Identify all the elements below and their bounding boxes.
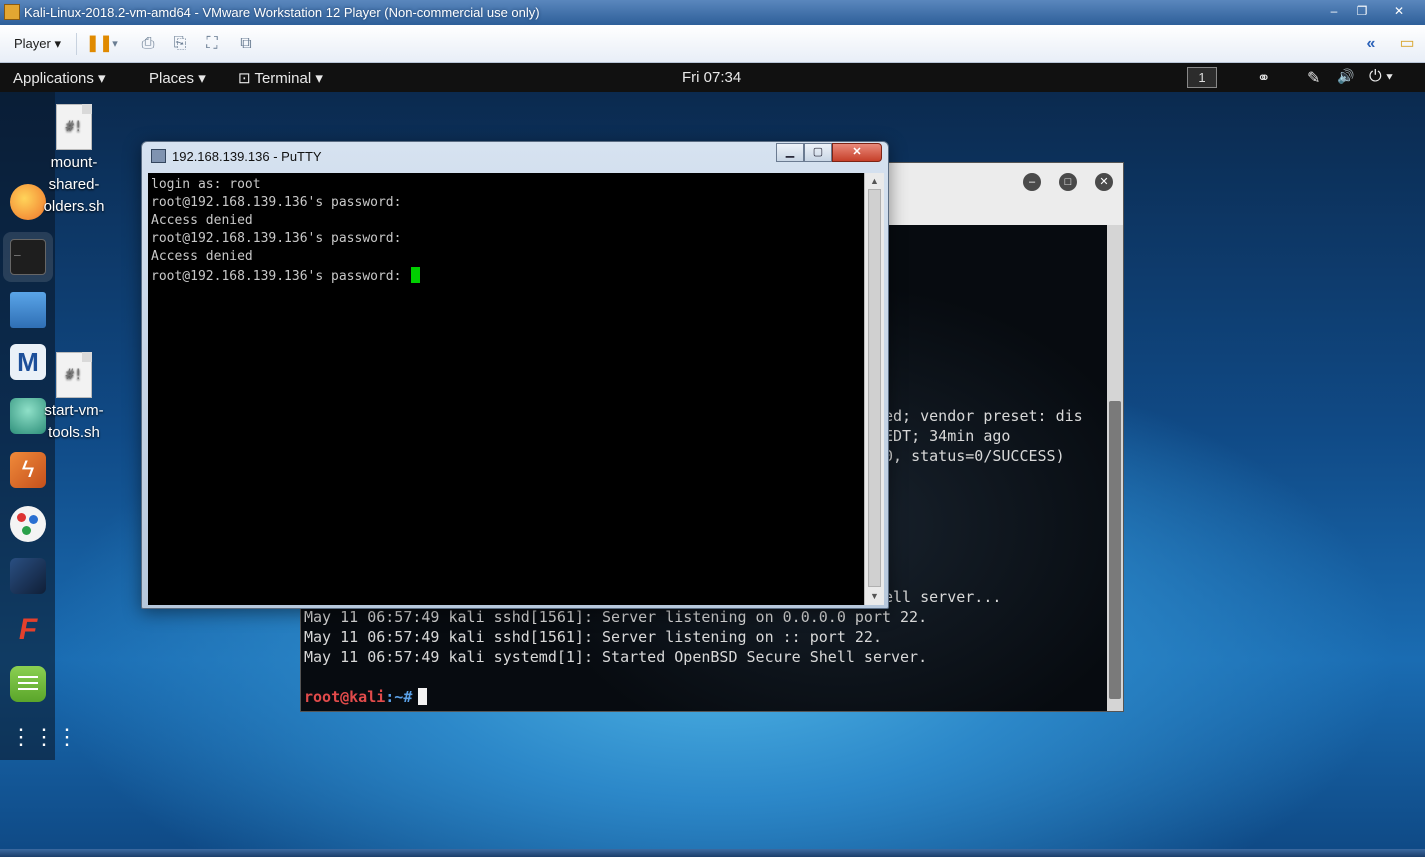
- putty-line: Access denied: [151, 213, 253, 228]
- maltego-icon[interactable]: [10, 506, 46, 542]
- putty-window-controls: ▁ ▢ ✕: [776, 143, 882, 162]
- terminal-line: May 11 06:57:49 kali sshd[1561]: Server …: [304, 628, 882, 646]
- workspace-indicator[interactable]: 1: [1187, 67, 1217, 88]
- vmware-app-icon: [4, 4, 20, 20]
- putty-scroll-down-icon[interactable]: ▼: [870, 591, 879, 601]
- kali-terminal-minimize-button[interactable]: –: [1023, 173, 1041, 191]
- putty-line: root@192.168.139.136's password:: [151, 231, 402, 246]
- host-taskbar: [0, 849, 1425, 857]
- putty-scroll-up-icon[interactable]: ▲: [870, 176, 879, 186]
- desktop-file-label: shared-: [48, 176, 100, 193]
- dock-active-slot: _: [3, 232, 53, 282]
- leafpad-icon[interactable]: [10, 666, 46, 702]
- terminal-line: ed; vendor preset: dis: [884, 407, 1083, 425]
- places-menu[interactable]: Places ▾: [149, 69, 206, 87]
- vmware-window-title: Kali-Linux-2018.2-vm-amd64 - VMware Work…: [24, 5, 540, 20]
- putty-password-prompt: root@192.168.139.136's password:: [151, 267, 421, 284]
- terminal-line: May 11 06:57:49 kali sshd[1561]: Server …: [304, 608, 928, 626]
- putty-terminal-screen[interactable]: login as: root root@192.168.139.136's pa…: [148, 173, 864, 605]
- removable-devices-icon[interactable]: ⎘: [169, 34, 191, 54]
- fullscreen-icon[interactable]: ⛶: [201, 34, 223, 54]
- vmware-minimize-button[interactable]: –: [1321, 2, 1347, 20]
- script-file-icon: #!: [56, 352, 92, 398]
- desktop-file-start-vm-tools[interactable]: #! start-vm- tools.sh: [37, 352, 111, 444]
- prompt-path: :~#: [385, 688, 413, 706]
- kali-terminal-close-button[interactable]: ✕: [1095, 173, 1113, 191]
- putty-line: root@192.168.139.136's password:: [151, 195, 402, 210]
- prompt-user: root@kali: [304, 688, 386, 706]
- desktop-file-label: olders.sh: [43, 198, 105, 215]
- show-applications-icon[interactable]: ⋮⋮⋮: [10, 722, 78, 758]
- kali-terminal-maximize-button[interactable]: □: [1059, 173, 1077, 191]
- desktop-file-label: start-vm-: [44, 402, 104, 419]
- vmware-close-button[interactable]: ✕: [1377, 2, 1421, 20]
- kali-terminal-scroll-thumb[interactable]: [1109, 401, 1121, 699]
- pen-icon[interactable]: ✎: [1307, 68, 1320, 88]
- pause-icon[interactable]: ❚❚: [86, 34, 113, 54]
- terminal-line: ell server...: [884, 588, 1002, 606]
- script-file-icon: #!: [56, 104, 92, 150]
- putty-cursor: [411, 267, 421, 283]
- applications-menu[interactable]: Applications ▾: [13, 69, 106, 87]
- putty-line: Access denied: [151, 249, 253, 264]
- files-icon[interactable]: [10, 292, 46, 328]
- toolbar-separator: [76, 33, 77, 55]
- putty-scrollbar[interactable]: ▲ ▼: [864, 173, 884, 605]
- faraday-icon[interactable]: F: [10, 612, 46, 648]
- terminal-line: 0, status=0/SUCCESS): [884, 447, 1065, 465]
- pause-dropdown-icon[interactable]: ▾: [108, 34, 122, 54]
- unity-icon[interactable]: ⧉: [235, 34, 257, 54]
- putty-close-button[interactable]: ✕: [832, 143, 882, 162]
- putty-line: login as: root: [151, 177, 261, 192]
- vmware-toolbar: Player ▾ ❚❚ ▾ ⎙ ⎘ ⛶ ⧉ « ▭: [0, 25, 1425, 63]
- kali-top-panel: Applications ▾ Places ▾ ⊡ Terminal ▾ Fri…: [0, 63, 1425, 92]
- beef-icon[interactable]: [10, 558, 46, 594]
- putty-scroll-thumb[interactable]: [868, 189, 881, 587]
- putty-minimize-button[interactable]: ▁: [776, 143, 804, 162]
- terminal-cursor: [418, 688, 428, 705]
- library-icon[interactable]: ▭: [1396, 34, 1418, 54]
- putty-maximize-button[interactable]: ▢: [804, 143, 832, 162]
- vmware-titlebar: Kali-Linux-2018.2-vm-amd64 - VMware Work…: [0, 0, 1425, 25]
- desktop-file-label: tools.sh: [48, 424, 100, 441]
- burpsuite-icon[interactable]: ϟ: [10, 452, 46, 488]
- kali-terminal-scrollbar[interactable]: [1107, 225, 1123, 711]
- putty-window[interactable]: 192.168.139.136 - PuTTY ▁ ▢ ✕ login as: …: [141, 141, 889, 609]
- putty-app-icon: [151, 149, 166, 163]
- terminal-line: EDT; 34min ago: [884, 427, 1011, 445]
- power-menu-icon[interactable]: ⏻ ▾: [1369, 68, 1393, 86]
- putty-line: root@192.168.139.136's password:: [151, 269, 410, 284]
- terminal-prompt: root@kali:~#: [304, 688, 428, 706]
- send-ctrl-alt-del-icon[interactable]: ⎙: [137, 34, 159, 54]
- player-menu-button[interactable]: Player ▾: [6, 32, 69, 56]
- desktop-file-mount-shared-folders[interactable]: #! mount- shared- olders.sh: [37, 104, 111, 218]
- panel-clock[interactable]: Fri 07:34: [682, 69, 741, 86]
- putty-window-title: 192.168.139.136 - PuTTY: [172, 149, 322, 164]
- terminal-line: May 11 06:57:49 kali systemd[1]: Started…: [304, 648, 928, 666]
- desktop-file-label: mount-: [50, 154, 98, 171]
- vmware-window-controls: – ❐ ✕: [1321, 2, 1421, 20]
- terminal-menu[interactable]: ⊡ Terminal ▾: [238, 69, 323, 87]
- vmware-restore-button[interactable]: ❐: [1349, 2, 1375, 20]
- terminal-icon[interactable]: _: [10, 239, 46, 275]
- collapse-toolbar-icon[interactable]: «: [1360, 34, 1382, 54]
- network-icon[interactable]: ⚭: [1257, 68, 1270, 88]
- volume-icon[interactable]: 🔊: [1337, 68, 1354, 85]
